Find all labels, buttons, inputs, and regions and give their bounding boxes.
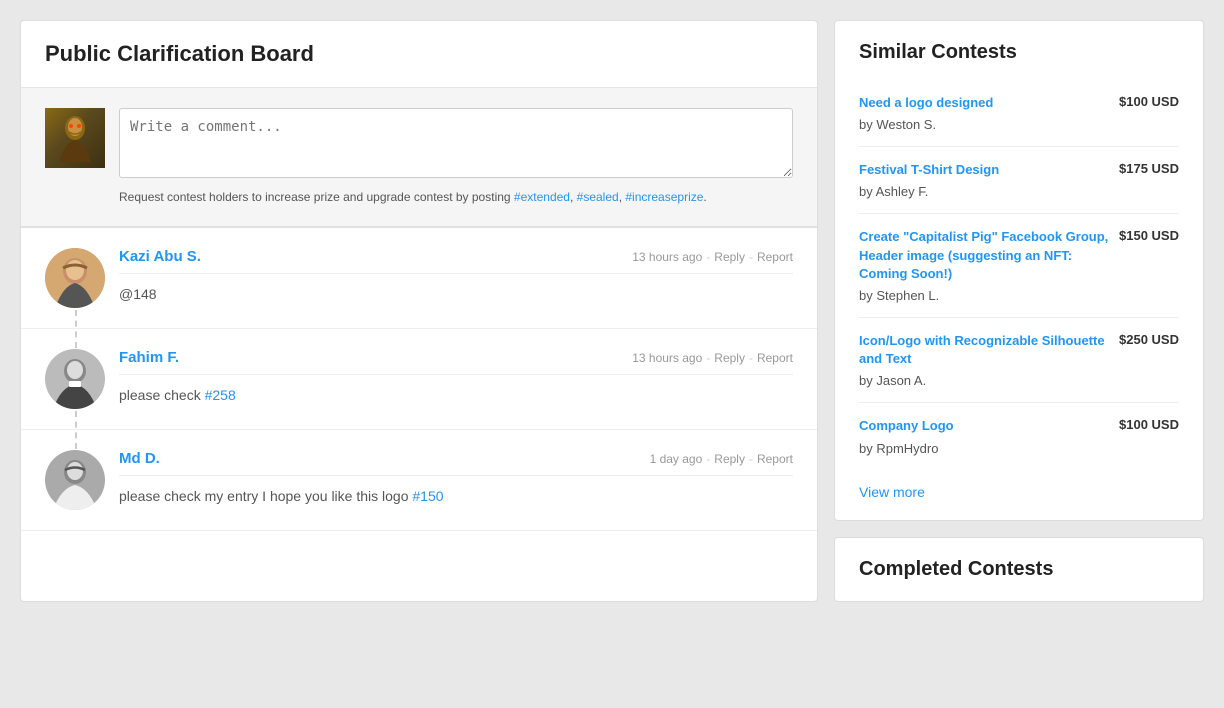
page-wrapper: Public Clarification Board Request conte… [0, 0, 1224, 622]
page-title: Public Clarification Board [45, 41, 793, 67]
avatar [45, 349, 105, 409]
comment-time: 13 hours ago [632, 351, 702, 365]
comment-author[interactable]: Fahim F. [119, 349, 179, 366]
contest-item: Festival T-Shirt Design by Ashley F. $17… [859, 147, 1179, 214]
reply-link[interactable]: Reply [714, 351, 745, 365]
report-link[interactable]: Report [757, 250, 793, 264]
contest-item: Create "Capitalist Pig" Facebook Group, … [859, 214, 1179, 318]
comment-body: Kazi Abu S. 13 hours ago - Reply - Repor… [119, 248, 793, 308]
contest-title-link[interactable]: Need a logo designed [859, 94, 1109, 112]
contest-by: by Ashley F. [859, 184, 928, 199]
comment-actions: 1 day ago - Reply - Report [650, 452, 793, 466]
contest-title-link[interactable]: Icon/Logo with Recognizable Silhouette a… [859, 332, 1109, 368]
comment-author[interactable]: Md D. [119, 450, 160, 467]
contest-price: $175 USD [1119, 161, 1179, 176]
extended-tag[interactable]: #extended [514, 190, 570, 204]
comment-note: Request contest holders to increase priz… [119, 188, 793, 206]
contest-price: $100 USD [1119, 417, 1179, 432]
comment-input-area: Request contest holders to increase priz… [21, 88, 817, 228]
comment-item: Md D. 1 day ago - Reply - Report please … [21, 430, 817, 531]
contest-by: by Stephen L. [859, 288, 939, 303]
contest-price: $100 USD [1119, 94, 1179, 109]
comment-input-wrapper: Request contest holders to increase priz… [119, 108, 793, 206]
sealed-tag[interactable]: #sealed [577, 190, 619, 204]
comment-actions: 13 hours ago - Reply - Report [632, 250, 793, 264]
comment-text: please check #258 [119, 374, 793, 406]
completed-contests-panel: Completed Contests [834, 537, 1204, 602]
comment-link[interactable]: #150 [412, 488, 443, 504]
contest-by: by Weston S. [859, 117, 936, 132]
contest-item: Icon/Logo with Recognizable Silhouette a… [859, 318, 1179, 403]
report-link[interactable]: Report [757, 452, 793, 466]
avatar [45, 248, 105, 308]
comment-text: please check my entry I hope you like th… [119, 475, 793, 507]
comment-link[interactable]: #258 [205, 387, 236, 403]
contest-title-link[interactable]: Create "Capitalist Pig" Facebook Group, … [859, 228, 1109, 283]
increaseprize-tag[interactable]: #increaseprize [625, 190, 703, 204]
contest-title-link[interactable]: Festival T-Shirt Design [859, 161, 1109, 179]
comment-meta: Fahim F. 13 hours ago - Reply - Report [119, 349, 793, 366]
comment-item: Fahim F. 13 hours ago - Reply - Report p… [21, 329, 817, 430]
completed-contests-title: Completed Contests [859, 558, 1179, 581]
comment-item: Kazi Abu S. 13 hours ago - Reply - Repor… [21, 228, 817, 329]
comment-body: Md D. 1 day ago - Reply - Report please … [119, 450, 793, 510]
comment-input[interactable] [119, 108, 793, 178]
contest-by: by Jason A. [859, 373, 926, 388]
right-panel: Similar Contests Need a logo designed by… [834, 20, 1204, 602]
comment-meta: Kazi Abu S. 13 hours ago - Reply - Repor… [119, 248, 793, 265]
current-user-avatar [45, 108, 105, 168]
comment-time: 13 hours ago [632, 250, 702, 264]
contest-price: $150 USD [1119, 228, 1179, 243]
comment-body: Fahim F. 13 hours ago - Reply - Report p… [119, 349, 793, 409]
avatar [45, 450, 105, 510]
report-link[interactable]: Report [757, 351, 793, 365]
contest-price: $250 USD [1119, 332, 1179, 347]
contest-item: Company Logo by RpmHydro $100 USD [859, 403, 1179, 469]
similar-contests-panel: Similar Contests Need a logo designed by… [834, 20, 1204, 521]
comment-text: @148 [119, 273, 793, 305]
contest-by: by RpmHydro [859, 441, 938, 456]
panel-header: Public Clarification Board [21, 21, 817, 88]
reply-link[interactable]: Reply [714, 452, 745, 466]
view-more-link[interactable]: View more [859, 484, 1179, 500]
reply-link[interactable]: Reply [714, 250, 745, 264]
similar-contests-title: Similar Contests [859, 41, 1179, 64]
contest-title-link[interactable]: Company Logo [859, 417, 1109, 435]
comment-meta: Md D. 1 day ago - Reply - Report [119, 450, 793, 467]
left-panel: Public Clarification Board Request conte… [20, 20, 818, 602]
comments-list: Kazi Abu S. 13 hours ago - Reply - Repor… [21, 228, 817, 531]
comment-actions: 13 hours ago - Reply - Report [632, 351, 793, 365]
comment-time: 1 day ago [650, 452, 703, 466]
contest-item: Need a logo designed by Weston S. $100 U… [859, 80, 1179, 147]
comment-author[interactable]: Kazi Abu S. [119, 248, 201, 265]
